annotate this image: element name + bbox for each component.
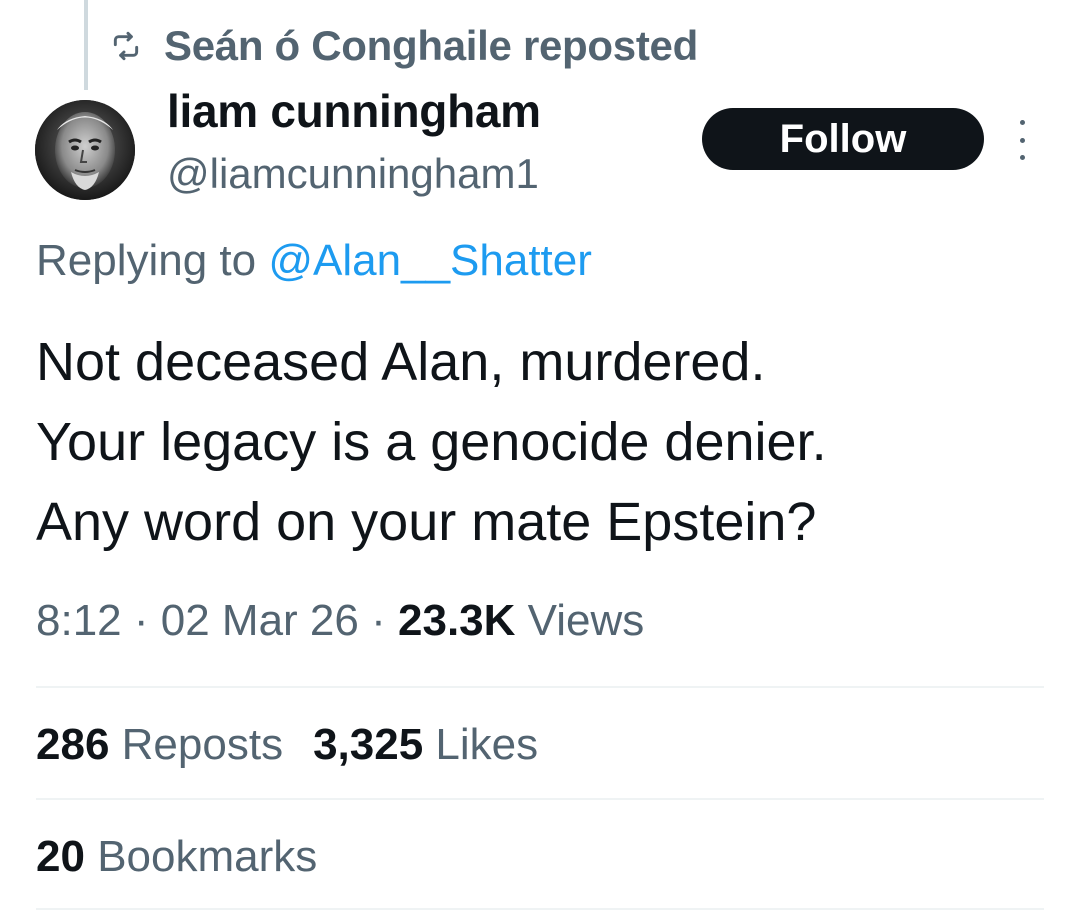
avatar-image xyxy=(35,100,135,200)
repost-icon xyxy=(110,30,142,62)
bookmarks-count: 20 xyxy=(36,832,85,881)
repost-banner-text[interactable]: Seán ó Conghaile reposted xyxy=(164,22,698,70)
tweet-time[interactable]: 8:12 xyxy=(36,596,122,645)
meta-separator: · xyxy=(133,596,149,645)
avatar[interactable] xyxy=(35,100,135,200)
engagement-stats: 286 Reposts 3,325 Likes xyxy=(36,720,538,770)
more-options-icon[interactable] xyxy=(1014,120,1030,160)
likes-count: 3,325 xyxy=(313,720,424,769)
replying-to: Replying to @Alan__Shatter xyxy=(36,236,592,286)
likes-label: Likes xyxy=(435,720,539,769)
views-count: 23.3K xyxy=(398,596,516,645)
likes-stat[interactable]: 3,325 Likes xyxy=(313,720,538,770)
reposts-label: Reposts xyxy=(121,720,284,769)
tweet-line: Not deceased Alan, murdered. xyxy=(36,332,766,392)
more-dot xyxy=(1019,137,1025,143)
author-name[interactable]: liam cunningham xyxy=(167,84,541,138)
more-dot xyxy=(1019,155,1025,160)
more-dot xyxy=(1019,120,1025,125)
tweet-date[interactable]: 02 Mar 26 xyxy=(161,596,359,645)
bookmarks-label: Bookmarks xyxy=(97,832,318,881)
bookmarks-stat[interactable]: 20 Bookmarks xyxy=(36,832,317,882)
replying-mention-link[interactable]: @Alan__Shatter xyxy=(268,236,592,285)
divider xyxy=(36,686,1044,688)
reposts-stat[interactable]: 286 Reposts xyxy=(36,720,283,770)
tweet-line: Your legacy is a genocide denier. xyxy=(36,412,827,472)
meta-separator: · xyxy=(371,596,386,645)
follow-button[interactable]: Follow xyxy=(702,108,984,170)
author-handle[interactable]: @liamcunningham1 xyxy=(167,150,539,198)
views-label: Views xyxy=(527,596,645,645)
thread-connector-line xyxy=(84,0,88,90)
divider xyxy=(36,798,1044,800)
reposts-count: 286 xyxy=(36,720,110,769)
repost-banner: Seán ó Conghaile reposted xyxy=(110,22,698,70)
divider xyxy=(36,908,1044,910)
tweet-line: Any word on your mate Epstein? xyxy=(36,492,817,552)
tweet-metadata: 8:12 · 02 Mar 26 · 23.3K Views xyxy=(36,596,644,646)
tweet-text: Not deceased Alan, murdered. Your legacy… xyxy=(36,322,1046,562)
replying-prefix: Replying to xyxy=(36,236,257,285)
